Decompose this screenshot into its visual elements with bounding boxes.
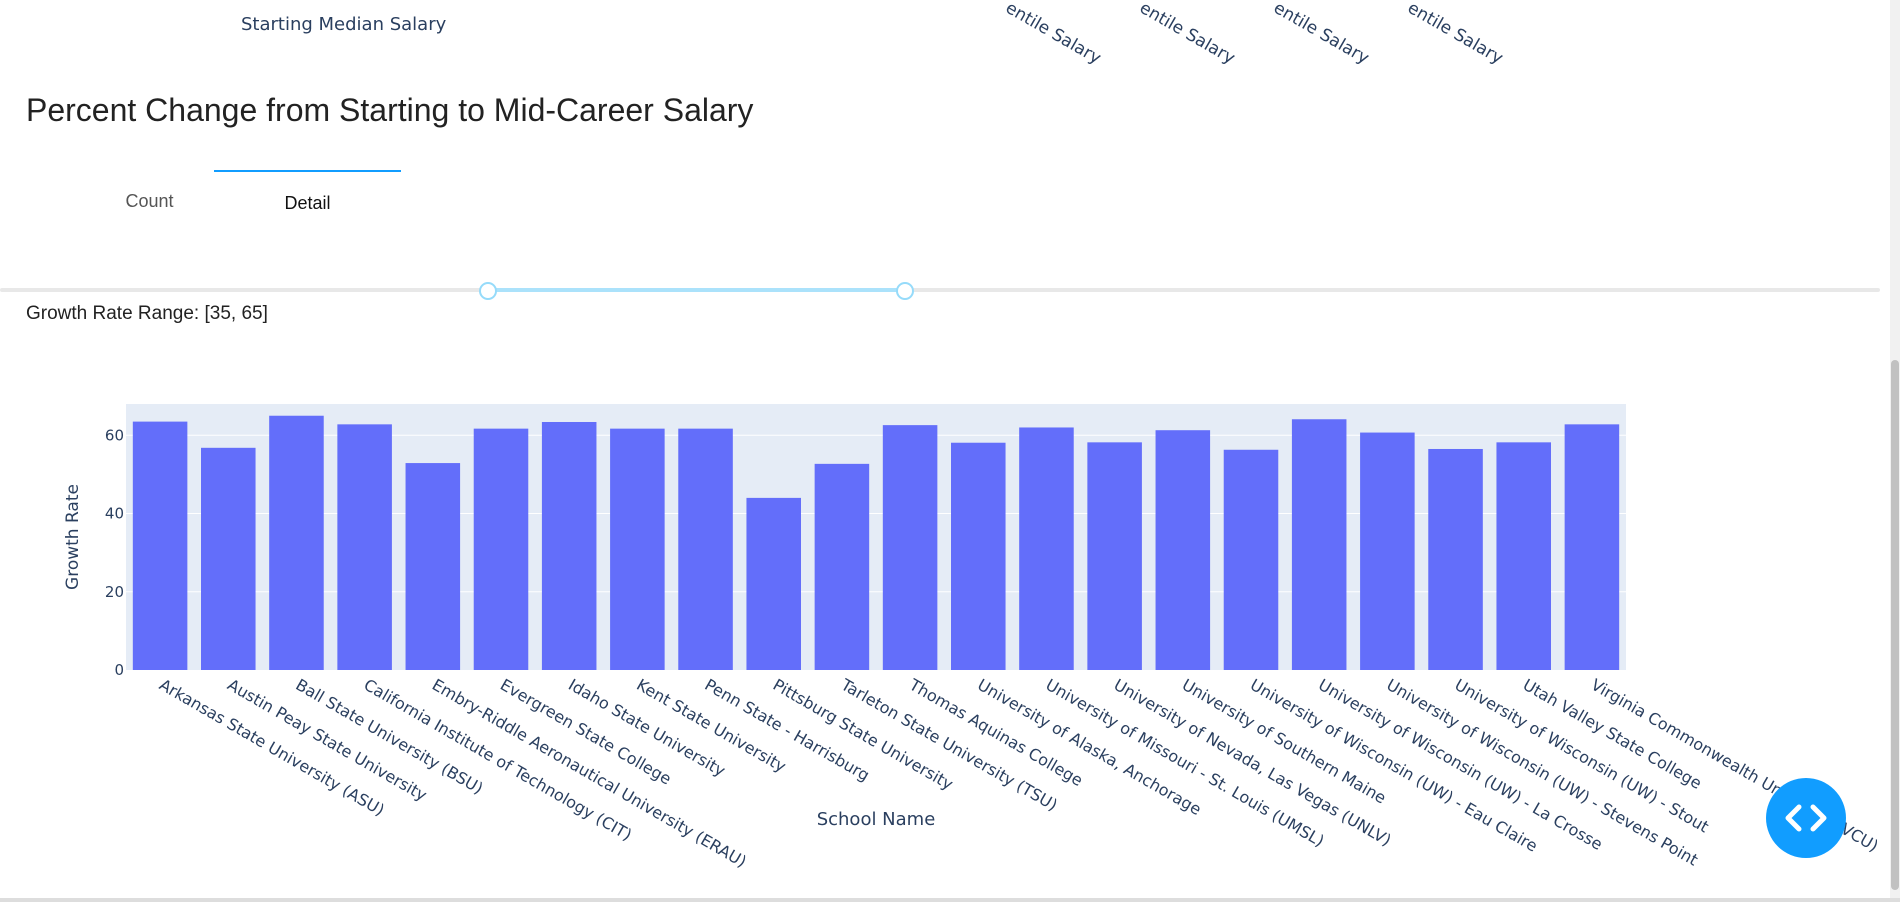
bar: [337, 424, 392, 670]
page-scrollbar[interactable]: [1890, 0, 1900, 902]
previous-chart-tick-label: entile Salary: [1404, 0, 1507, 69]
code-icon: [1785, 804, 1827, 832]
bar: [269, 415, 324, 670]
section-title: Percent Change from Starting to Mid-Care…: [26, 92, 754, 128]
code-toggle-button[interactable]: [1766, 778, 1846, 858]
bar: [541, 421, 597, 670]
bar: [882, 425, 938, 670]
tab-bar: Count Detail: [26, 170, 426, 240]
bar: [1360, 432, 1415, 670]
bar: [1019, 427, 1074, 670]
slider-rail[interactable]: [0, 288, 1880, 292]
bar: [610, 428, 665, 670]
growth-rate-range-slider[interactable]: [0, 281, 1880, 301]
tab-detail[interactable]: Detail: [214, 170, 401, 234]
bar: [1087, 442, 1142, 670]
bar: [1428, 448, 1483, 670]
bar: [1291, 419, 1347, 670]
scrollbar-thumb[interactable]: [1891, 360, 1899, 890]
bar: [678, 428, 733, 670]
y-tick-label: 20: [105, 583, 124, 601]
bar: [814, 463, 870, 670]
bar: [201, 447, 256, 670]
y-tick-label: 60: [105, 426, 124, 444]
bar: [1223, 449, 1279, 670]
bar: [746, 497, 801, 670]
growth-rate-bar-chart: 0 20 40 60 Arkansas State University (ASU) Au…: [0, 370, 1900, 890]
bar: [1564, 424, 1620, 670]
y-axis-title: Growth Rate: [63, 484, 83, 590]
previous-chart-tick-label: entile Salary: [1270, 0, 1373, 69]
bar: [951, 442, 1006, 670]
y-tick-label: 0: [114, 661, 124, 679]
bar: [405, 463, 461, 670]
bar: [1155, 430, 1211, 670]
slider-low-handle[interactable]: [479, 282, 497, 300]
growth-rate-range-label: Growth Rate Range: [35, 65]: [26, 303, 268, 324]
bar: [473, 428, 529, 670]
chart-svg: 0204060Arkansas State University (ASU)Au…: [63, 404, 1882, 871]
slider-high-handle[interactable]: [896, 282, 914, 300]
bottom-divider: [0, 898, 1900, 902]
previous-chart-tick-label: entile Salary: [1136, 0, 1239, 69]
bar: [1496, 442, 1551, 670]
y-tick-label: 40: [105, 505, 124, 523]
previous-chart-partial: Starting Median Salary entile Salary ent…: [0, 0, 1900, 69]
x-axis-title: School Name: [817, 809, 936, 830]
previous-chart-axis-title: Starting Median Salary: [241, 14, 447, 35]
bar: [132, 421, 188, 670]
previous-chart-tick-label: entile Salary: [1002, 0, 1105, 69]
slider-selected-track: [488, 288, 905, 292]
